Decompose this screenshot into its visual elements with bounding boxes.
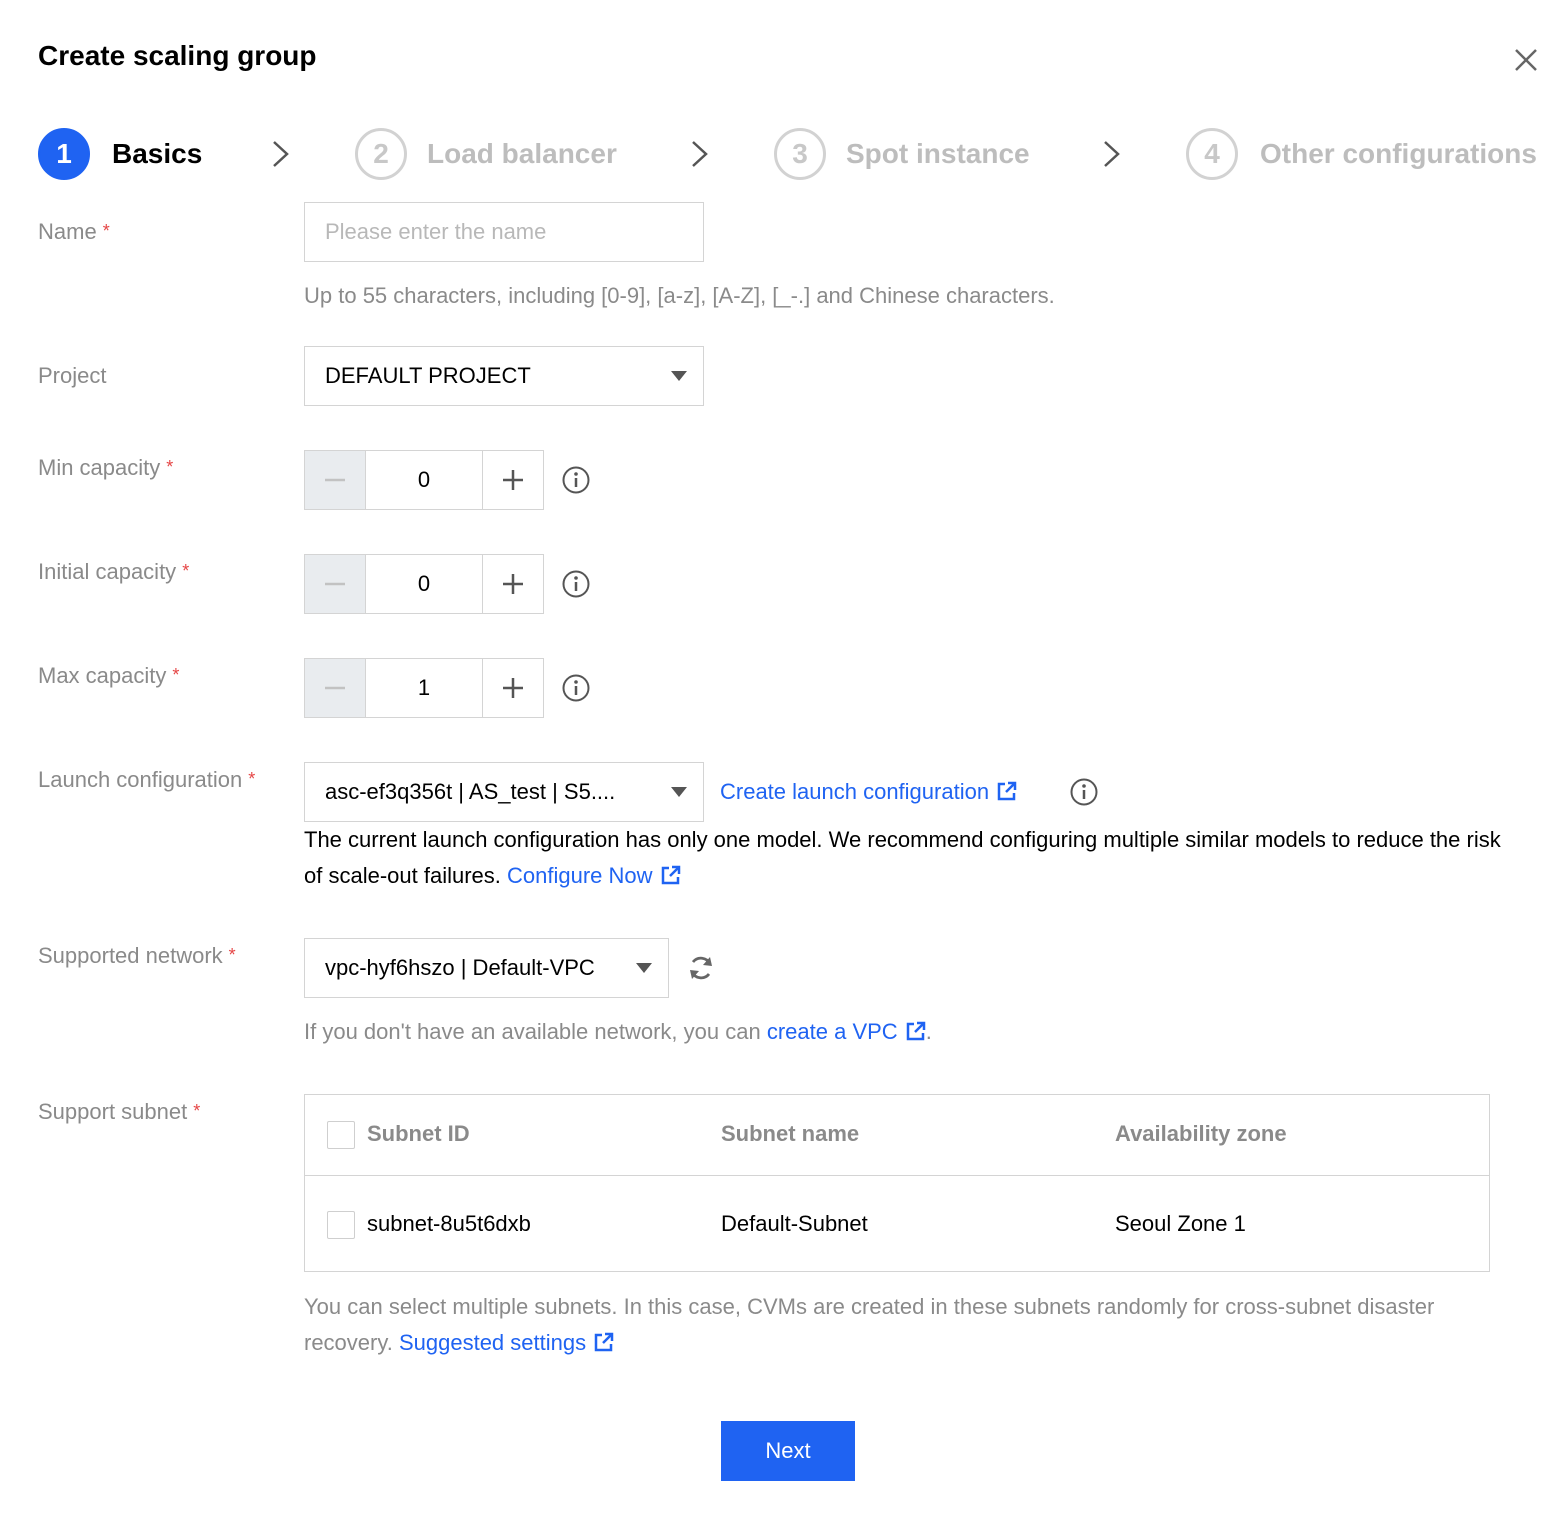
max-capacity-label: Max capacity * <box>38 663 180 688</box>
step-label: Basics <box>112 138 203 169</box>
external-link-icon <box>661 865 680 885</box>
network-hint: If you don't have an available network, … <box>304 1019 932 1044</box>
min-capacity-stepper: 0 <box>304 450 544 510</box>
increment-button[interactable] <box>482 555 543 613</box>
initial-capacity-label: Initial capacity * <box>38 559 190 584</box>
launch-configuration-warning: The current launch configuration has onl… <box>304 827 1501 888</box>
caret-down-icon <box>671 787 687 797</box>
supported-network-label: Supported network * <box>38 943 236 968</box>
launch-configuration-select[interactable]: asc-ef3q356t | AS_test | S5.... <box>304 762 704 822</box>
info-icon[interactable] <box>561 465 591 495</box>
name-hint: Up to 55 characters, including [0-9], [a… <box>304 283 1055 308</box>
dialog-title: Create scaling group <box>38 40 317 71</box>
max-capacity-stepper: 1 <box>304 658 544 718</box>
external-link-icon <box>906 1021 925 1041</box>
info-icon[interactable] <box>1069 777 1099 807</box>
project-select[interactable]: DEFAULT PROJECT <box>304 346 704 406</box>
table-header: Subnet ID Subnet name Availability zone <box>305 1095 1489 1176</box>
required-mark: * <box>228 945 236 965</box>
chevron-right-icon <box>273 141 289 167</box>
required-mark: * <box>193 1101 201 1121</box>
step-number: 1 <box>38 128 90 180</box>
info-icon[interactable] <box>561 673 591 703</box>
minus-icon <box>325 686 345 690</box>
create-scaling-group-dialog: Create scaling group 1 Basics 2 Load bal… <box>0 0 1568 1516</box>
required-mark: * <box>172 665 180 685</box>
initial-capacity-value[interactable]: 0 <box>366 555 482 613</box>
decrement-button[interactable] <box>305 451 366 509</box>
network-value: vpc-hyf6hszo | Default-VPC <box>325 955 595 980</box>
step-label: Load balancer <box>427 138 617 169</box>
caret-down-icon <box>671 371 687 381</box>
plus-icon <box>503 574 523 594</box>
next-button[interactable]: Next <box>721 1421 855 1481</box>
step-number: 2 <box>355 128 407 180</box>
chevron-right-icon <box>1104 141 1120 167</box>
step-load-balancer: 2 Load balancer <box>355 126 617 182</box>
row-checkbox[interactable] <box>327 1211 355 1239</box>
select-all-checkbox[interactable] <box>327 1121 355 1149</box>
step-basics: 1 Basics <box>38 126 202 182</box>
required-mark: * <box>182 561 190 581</box>
availability-zone: Seoul Zone 1 <box>1115 1211 1246 1236</box>
launch-configuration-value: asc-ef3q356t | AS_test | S5.... <box>325 779 616 804</box>
max-capacity-value[interactable]: 1 <box>366 659 482 717</box>
column-availability-zone: Availability zone <box>1115 1121 1287 1146</box>
create-vpc-link[interactable]: create a VPC <box>767 1019 926 1044</box>
external-link-icon <box>997 781 1017 801</box>
increment-button[interactable] <box>482 451 543 509</box>
required-mark: * <box>166 457 174 477</box>
step-label: Other configurations <box>1260 138 1537 169</box>
subnet-table: Subnet ID Subnet name Availability zone … <box>304 1094 1490 1272</box>
support-subnet-label: Support subnet * <box>38 1099 201 1124</box>
plus-icon <box>503 678 523 698</box>
column-subnet-id: Subnet ID <box>367 1121 470 1146</box>
launch-configuration-label: Launch configuration * <box>38 767 256 792</box>
min-capacity-value[interactable]: 0 <box>366 451 482 509</box>
decrement-button[interactable] <box>305 659 366 717</box>
plus-icon <box>503 470 523 490</box>
configure-now-link[interactable]: Configure Now <box>507 863 681 888</box>
required-mark: * <box>102 221 110 241</box>
suggested-settings-link[interactable]: Suggested settings <box>399 1330 614 1355</box>
column-subnet-name: Subnet name <box>721 1121 860 1146</box>
step-spot-instance: 3 Spot instance <box>774 126 1030 182</box>
subnet-name: Default-Subnet <box>721 1211 868 1236</box>
step-number: 3 <box>774 128 826 180</box>
info-icon[interactable] <box>561 569 591 599</box>
project-value: DEFAULT PROJECT <box>325 363 531 388</box>
network-select[interactable]: vpc-hyf6hszo | Default-VPC <box>304 938 669 998</box>
refresh-icon[interactable] <box>686 953 716 983</box>
subnet-id: subnet-8u5t6dxb <box>367 1211 531 1236</box>
minus-icon <box>325 478 345 482</box>
required-mark: * <box>248 769 256 789</box>
subnet-hint: You can select multiple subnets. In this… <box>304 1294 1435 1355</box>
create-launch-configuration-link[interactable]: Create launch configuration <box>720 774 1017 810</box>
close-icon[interactable] <box>1508 42 1544 78</box>
minus-icon <box>325 582 345 586</box>
initial-capacity-stepper: 0 <box>304 554 544 614</box>
name-label: Name * <box>38 219 110 244</box>
external-link-icon <box>594 1332 614 1352</box>
step-other-configurations: 4 Other configurations <box>1186 126 1537 182</box>
name-input[interactable] <box>304 202 704 262</box>
chevron-right-icon <box>692 141 708 167</box>
increment-button[interactable] <box>482 659 543 717</box>
step-label: Spot instance <box>846 138 1030 169</box>
min-capacity-label: Min capacity * <box>38 455 174 480</box>
caret-down-icon <box>636 963 652 973</box>
decrement-button[interactable] <box>305 555 366 613</box>
step-number: 4 <box>1186 128 1238 180</box>
project-label: Project <box>38 363 107 388</box>
